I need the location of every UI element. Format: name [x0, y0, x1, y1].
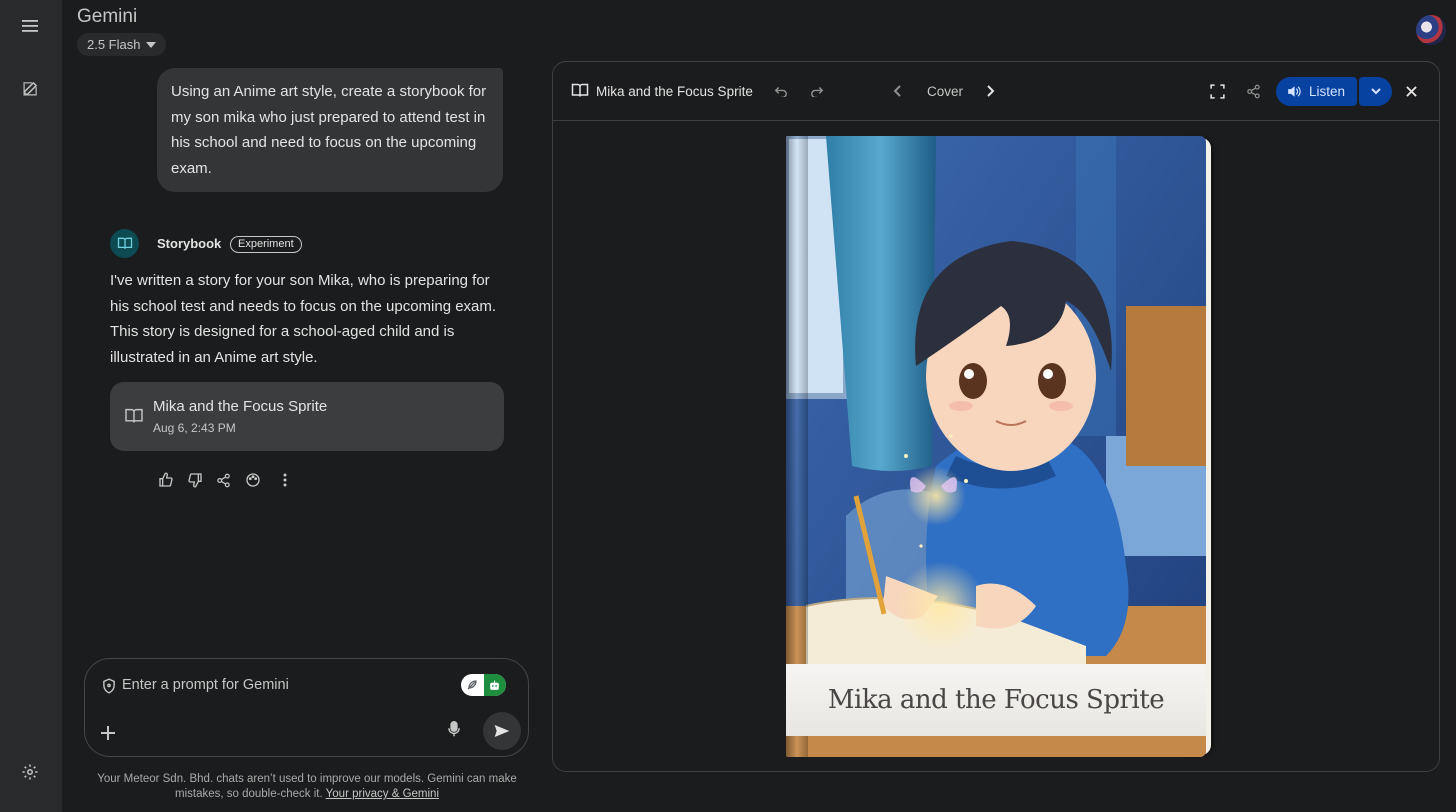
menu-button[interactable] — [14, 10, 46, 42]
panel-toolbar: Mika and the Focus Sprite Cover Listen — [553, 62, 1439, 121]
palette-icon — [246, 473, 260, 487]
new-chat-button[interactable] — [14, 72, 46, 104]
robot-icon — [490, 680, 500, 690]
model-label: 2.5 Flash — [87, 37, 141, 52]
theme-button[interactable] — [244, 471, 262, 489]
top-bar: Gemini 2.5 Flash — [62, 0, 1456, 60]
thumb-down-button[interactable] — [186, 471, 204, 489]
add-attachment-button[interactable] — [101, 720, 115, 746]
share-button[interactable] — [214, 471, 232, 489]
undo-icon — [774, 86, 787, 97]
agent-name: Storybook — [157, 236, 222, 251]
chevron-left-icon — [893, 85, 901, 97]
chevron-right-icon — [987, 85, 995, 97]
disclaimer: Your Meteor Sdn. Bhd. chats aren’t used … — [92, 772, 522, 802]
share-icon — [216, 473, 230, 487]
settings-button[interactable] — [14, 756, 46, 788]
cover-title: Mika and the Focus Sprite — [827, 685, 1165, 715]
thumb-down-icon — [188, 473, 202, 488]
menu-icon — [22, 20, 38, 32]
redo-icon — [811, 86, 824, 97]
thumb-up-button[interactable] — [157, 471, 175, 489]
book-icon — [125, 408, 143, 423]
fullscreen-icon — [1209, 83, 1225, 99]
disclaimer-text: Your Meteor Sdn. Bhd. chats aren’t used … — [97, 773, 517, 800]
experiment-badge: Experiment — [230, 236, 302, 253]
redo-button[interactable] — [807, 81, 827, 101]
leaf-icon — [467, 680, 477, 690]
user-message: Using an Anime art style, create a story… — [157, 68, 503, 192]
page-label: Cover — [927, 84, 964, 99]
book-icon — [117, 237, 132, 249]
send-button[interactable] — [483, 712, 521, 750]
storybook-card[interactable]: Mika and the Focus Sprite Aug 6, 2:43 PM — [110, 382, 504, 451]
fullscreen-button[interactable] — [1207, 81, 1227, 101]
more-vert-icon — [283, 473, 287, 487]
cover-title-band: Mika and the Focus Sprite — [786, 664, 1206, 736]
card-title: Mika and the Focus Sprite — [153, 398, 328, 415]
response-text: I've written a story for your son Mika, … — [110, 272, 497, 366]
thumb-up-icon — [159, 472, 173, 487]
share-icon — [1246, 84, 1260, 98]
privacy-link[interactable]: Your privacy & Gemini — [326, 788, 439, 800]
storybook-panel: Mika and the Focus Sprite Cover Listen M… — [552, 61, 1440, 772]
leaf-toggle-option[interactable] — [461, 674, 484, 696]
model-selector[interactable]: 2.5 Flash — [77, 33, 167, 56]
settings-icon — [22, 764, 38, 780]
prompt-box[interactable]: Enter a prompt for Gemini — [84, 658, 529, 757]
storybook-book[interactable]: Mika and the Focus Sprite — [786, 136, 1214, 757]
panel-share-button[interactable] — [1243, 81, 1263, 101]
app-title: Gemini — [77, 6, 138, 27]
book-cover: Mika and the Focus Sprite — [786, 136, 1206, 757]
mic-button[interactable] — [448, 721, 460, 742]
mic-icon — [448, 721, 460, 737]
close-icon — [1405, 85, 1417, 97]
undo-button[interactable] — [771, 81, 791, 101]
chevron-down-icon — [1370, 88, 1381, 95]
storybook-avatar — [110, 229, 139, 258]
previous-page-button[interactable] — [887, 81, 907, 101]
close-panel-button[interactable] — [1401, 81, 1421, 101]
side-rail — [0, 0, 62, 812]
next-page-button[interactable] — [981, 81, 1001, 101]
edit-icon — [22, 81, 37, 96]
dropdown-arrow-icon — [146, 41, 157, 48]
listen-label: Listen — [1309, 84, 1346, 99]
more-options-button[interactable] — [276, 471, 294, 489]
volume-icon — [1288, 86, 1301, 97]
listen-options-button[interactable] — [1359, 77, 1392, 106]
panel-title: Mika and the Focus Sprite — [596, 84, 753, 99]
robot-toggle-option[interactable] — [483, 674, 506, 696]
shield-icon — [103, 678, 115, 694]
book-icon — [571, 83, 589, 97]
mode-toggle[interactable] — [461, 674, 506, 696]
card-date: Aug 6, 2:43 PM — [153, 421, 236, 435]
prompt-input[interactable]: Enter a prompt for Gemini — [122, 677, 289, 693]
plus-icon — [101, 726, 115, 740]
avatar[interactable] — [1416, 15, 1446, 45]
listen-button[interactable]: Listen — [1276, 77, 1357, 106]
send-icon — [494, 725, 510, 737]
